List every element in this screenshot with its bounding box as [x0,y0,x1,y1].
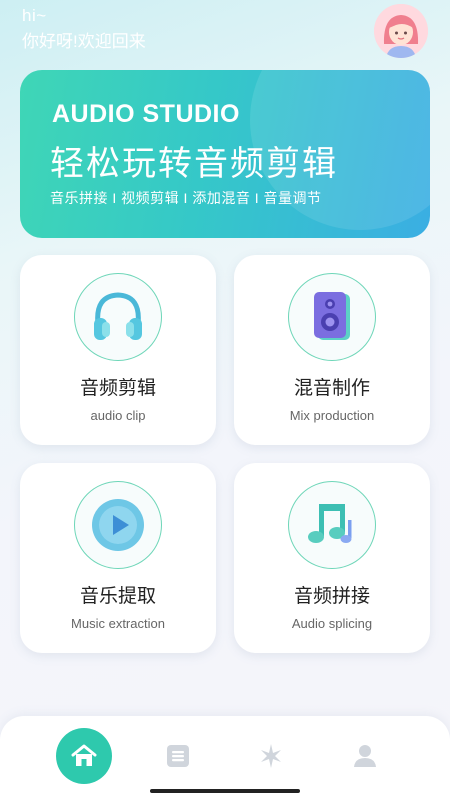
feature-card-mix-production[interactable]: 混音制作 Mix production [234,255,430,445]
sparkle-icon [261,744,281,768]
feature-title: 音频拼接 [293,586,370,607]
feature-subtitle: audio clip [90,408,146,423]
feature-card-audio-splicing[interactable]: 音频拼接 Audio splicing [234,463,430,653]
profile-icon [354,745,376,767]
banner-tags: 音乐拼接 I 视频剪辑 I 添加混音 I 音量调节 [50,190,322,206]
nav-list[interactable] [150,728,206,784]
feature-subtitle: Music extraction [71,616,165,631]
nav-profile[interactable] [337,728,393,784]
feature-icon-ring [74,481,162,569]
list-icon [167,745,189,767]
nav-discover[interactable] [243,728,299,784]
avatar-icon [374,4,428,58]
headphones-icon [94,292,142,340]
feature-title: 音频剪辑 [79,378,156,399]
feature-title: 混音制作 [293,378,370,399]
feature-icon-ring [74,273,162,361]
home-indicator [150,789,300,793]
home-icon [71,744,97,766]
feature-subtitle: Audio splicing [291,616,373,631]
greeting-small: hi~ [22,6,47,25]
promo-banner[interactable]: AUDIO STUDIO 轻松玩转音频剪辑 音乐拼接 I 视频剪辑 I 添加混音… [20,70,430,238]
feature-icon-ring [288,481,376,569]
banner-subtitle: 轻松玩转音频剪辑 [50,145,338,183]
feature-icon-ring [288,273,376,361]
feature-card-audio-clip[interactable]: 音频剪辑 audio clip [20,255,216,445]
bottom-nav [0,716,450,800]
greeting-text: 你好呀!欢迎回来 [22,32,146,51]
feature-title: 音乐提取 [79,586,156,607]
play-icon [92,499,144,551]
speaker-icon [314,292,350,340]
greeting-header: hi~ 你好呀!欢迎回来 [22,6,146,52]
avatar[interactable] [374,4,428,58]
feature-subtitle: Mix production [289,408,375,423]
banner-title: AUDIO STUDIO [52,100,240,128]
nav-home[interactable] [56,728,112,784]
feature-card-music-extraction[interactable]: 音乐提取 Music extraction [20,463,216,653]
music-notes-icon [308,504,352,543]
